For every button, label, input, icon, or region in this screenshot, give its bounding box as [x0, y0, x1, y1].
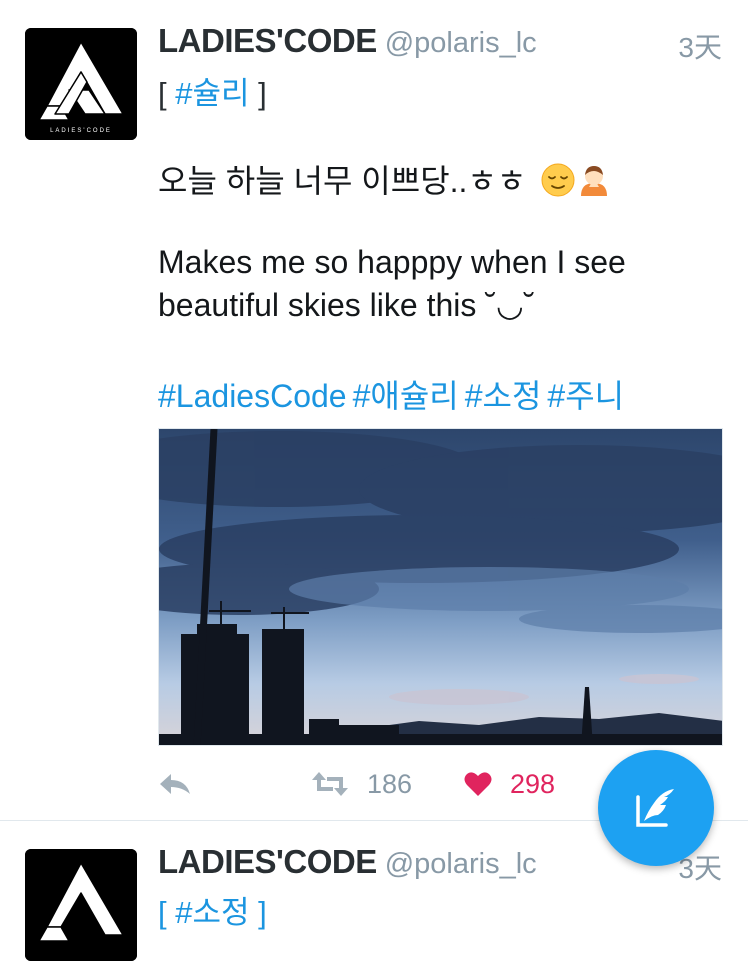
hashtag-link[interactable]: #애슐리 [353, 378, 459, 414]
timestamp: 3天 [678, 32, 722, 63]
sky-photo-image [159, 429, 722, 745]
tweet-photo[interactable] [158, 428, 723, 746]
avatar[interactable]: LADIES'CODE [25, 28, 137, 140]
hashtag-link[interactable]: #LadiesCode [158, 378, 347, 414]
ladies-code-logo-icon [25, 849, 137, 961]
person-bowing-icon [577, 163, 611, 205]
tweet[interactable]: LADIES'CODE LADIES'CODE @polaris_lc 3天 [ … [0, 0, 748, 820]
bracket-close: ] [249, 76, 267, 111]
tweet-bracket-tag: [ #슐리 ] [158, 68, 267, 113]
display-name[interactable]: LADIES'CODE [158, 22, 377, 59]
ladies-code-logo-icon: LADIES'CODE [25, 28, 137, 140]
retweet-button[interactable]: 186 [311, 762, 412, 806]
retweet-count: 186 [367, 768, 413, 799]
like-button[interactable]: 298 [464, 762, 555, 806]
hashtag-list: #LadiesCode #애슐리 #소정 #주니 [158, 371, 630, 417]
korean-text: 오늘 하늘 너무 이쁘당..ㅎㅎ [158, 163, 527, 199]
bracket-open: [ [158, 76, 176, 111]
hashtag-link[interactable]: #소정 [465, 378, 542, 414]
author-row[interactable]: LADIES'CODE @polaris_lc [158, 22, 537, 66]
tweet-actions: 186 298 [158, 762, 578, 806]
like-count: 298 [510, 768, 556, 799]
compose-quill-icon [636, 789, 674, 827]
user-handle[interactable]: @polaris_lc [385, 848, 537, 880]
display-name[interactable]: LADIES'CODE [158, 843, 377, 880]
tweet-text-english: Makes me so happpy when I see beautiful … [158, 244, 626, 323]
svg-text:LADIES'CODE: LADIES'CODE [50, 128, 112, 134]
author-row[interactable]: LADIES'CODE @polaris_lc [158, 843, 537, 887]
reply-icon [160, 774, 190, 794]
hashtag-link[interactable]: #주니 [547, 378, 624, 414]
tweet-bracket-tag[interactable]: [ #소정 ] [158, 887, 267, 932]
reply-button[interactable] [158, 762, 192, 806]
hashtag-link[interactable]: #슐리 [175, 76, 249, 111]
tweet-text-korean: 오늘 하늘 너무 이쁘당..ㅎㅎ [158, 156, 611, 205]
compose-tweet-button[interactable] [598, 750, 714, 866]
heart-icon [464, 772, 492, 796]
user-handle[interactable]: @polaris_lc [385, 27, 537, 59]
avatar[interactable] [25, 849, 137, 961]
retweet-icon [312, 772, 348, 796]
relieved-face-icon [541, 163, 575, 205]
